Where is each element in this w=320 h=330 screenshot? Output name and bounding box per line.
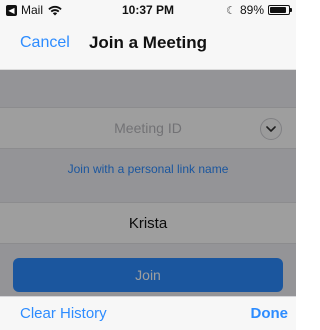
status-bar: ◀ Mail 10:37 PM ☾ 89%: [0, 0, 296, 20]
page-title: Join a Meeting: [88, 33, 208, 52]
nav-bar: Cancel Join a Meeting: [0, 20, 296, 70]
history-accessory-bar: Clear History Done: [0, 296, 296, 330]
do-not-disturb-icon: ☾: [226, 4, 236, 17]
battery-fill: [270, 7, 286, 13]
clear-history-button[interactable]: Clear History: [20, 305, 107, 322]
done-button[interactable]: Done: [251, 305, 289, 322]
status-right: ☾ 89%: [226, 3, 292, 17]
battery-icon: [268, 5, 292, 15]
dim-overlay[interactable]: [0, 70, 296, 296]
battery-percent: 89%: [239, 3, 264, 17]
